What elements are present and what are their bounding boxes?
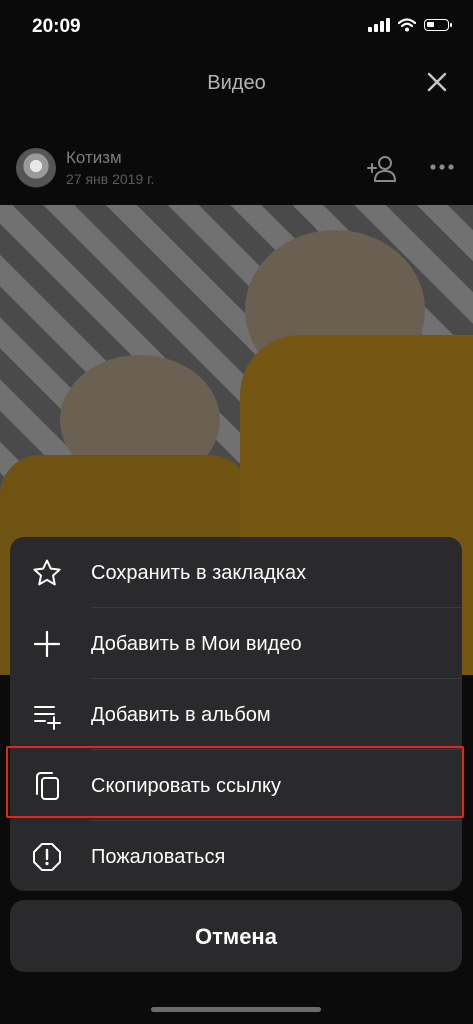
menu-item-add-to-album[interactable]: Добавить в альбом: [10, 679, 462, 749]
page-title: Видео: [207, 72, 266, 94]
status-time: 20:09: [32, 16, 81, 37]
menu-item-add-to-videos[interactable]: Добавить в Мои видео: [10, 608, 462, 678]
post-date: 27 янв 2019 г.: [66, 171, 155, 187]
close-icon[interactable]: [425, 70, 449, 94]
menu-item-label: Сохранить в закладках: [91, 562, 307, 584]
more-icon[interactable]: [428, 156, 458, 178]
action-sheet: Сохранить в закладках Добавить в Мои вид…: [10, 537, 462, 891]
home-indicator: [151, 1007, 321, 1012]
status-icons: [368, 18, 452, 32]
report-icon: [33, 843, 61, 871]
post-header: Котизм 27 янв 2019 г.: [0, 140, 473, 200]
status-bar: 20:09: [0, 0, 473, 60]
plus-icon: [33, 630, 61, 658]
author-name[interactable]: Котизм: [66, 148, 122, 168]
avatar[interactable]: [16, 148, 56, 188]
signal-bars-icon: [368, 18, 390, 32]
star-icon: [33, 559, 61, 586]
cancel-button[interactable]: Отмена: [10, 900, 462, 972]
menu-item-label: Пожаловаться: [91, 846, 226, 868]
menu-item-label: Добавить в альбом: [91, 704, 271, 726]
add-to-playlist-icon: [34, 706, 61, 730]
wifi-icon: [398, 18, 416, 32]
menu-item-label: Добавить в Мои видео: [91, 633, 302, 655]
cancel-button-label: Отмена: [195, 924, 277, 949]
selection-highlight: [6, 746, 464, 818]
add-friend-icon[interactable]: [366, 154, 400, 184]
menu-item-save-bookmark[interactable]: Сохранить в закладках: [10, 537, 462, 607]
menu-item-report[interactable]: Пожаловаться: [10, 821, 462, 891]
battery-icon: [424, 19, 452, 31]
